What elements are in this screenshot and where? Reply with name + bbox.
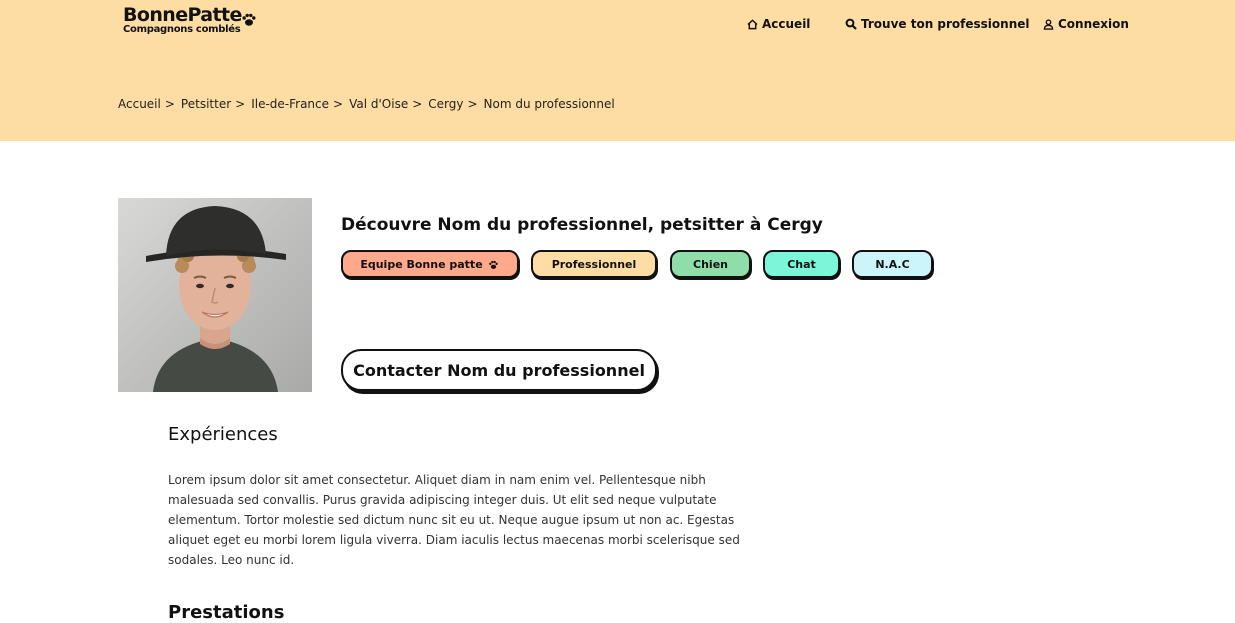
home-icon bbox=[747, 18, 758, 29]
experiences-text: Lorem ipsum dolor sit amet consectetur. … bbox=[168, 473, 740, 567]
breadcrumb-separator: > bbox=[235, 97, 246, 111]
breadcrumb-item-petsitter[interactable]: Petsitter bbox=[181, 97, 231, 111]
paw-icon bbox=[488, 260, 498, 269]
nav-search-label: Trouve ton professionnel bbox=[861, 17, 1030, 31]
tag-chat: Chat bbox=[763, 250, 840, 278]
logo[interactable]: BonnePatte Compagnons comblés bbox=[123, 4, 256, 35]
nav-home-link[interactable]: Accueil bbox=[747, 16, 810, 32]
search-icon bbox=[845, 18, 857, 30]
user-icon bbox=[1043, 18, 1054, 30]
tag-nac: N.A.C bbox=[852, 250, 933, 278]
breadcrumb-separator: > bbox=[164, 97, 175, 111]
breadcrumb-item-current: Nom du professionnel bbox=[483, 97, 615, 111]
nav-home-label: Accueil bbox=[762, 17, 811, 31]
contact-button[interactable]: Contacter Nom du professionnel bbox=[341, 349, 657, 391]
breadcrumb-separator: > bbox=[333, 97, 344, 111]
site-header: BonnePatte Compagnons comblés Accueil Tr… bbox=[0, 0, 1235, 141]
tag-team: Equipe Bonne patte bbox=[341, 250, 519, 278]
prestations-heading: Prestations bbox=[168, 602, 285, 623]
logo-title: BonnePatte bbox=[123, 4, 242, 26]
tag-professionnel: Professionnel bbox=[531, 250, 657, 278]
breadcrumb: Accueil > Petsitter > Ile-de-France > Va… bbox=[118, 97, 615, 111]
tag-chien: Chien bbox=[670, 250, 751, 278]
breadcrumb-separator: > bbox=[467, 97, 478, 111]
tag-team-label: Equipe Bonne patte bbox=[360, 257, 483, 271]
profile-photo bbox=[118, 198, 312, 392]
logo-tagline: Compagnons comblés bbox=[123, 24, 241, 35]
breadcrumb-item-accueil[interactable]: Accueil bbox=[118, 97, 161, 111]
paw-icon bbox=[242, 13, 256, 26]
nav-search-link[interactable]: Trouve ton professionnel bbox=[845, 16, 1030, 32]
breadcrumb-item-city[interactable]: Cergy bbox=[428, 97, 463, 111]
breadcrumb-separator: > bbox=[412, 97, 423, 111]
experiences-heading: Expériences bbox=[168, 424, 278, 445]
nav-login-link[interactable]: Connexion bbox=[1043, 16, 1129, 32]
profile-title: Découvre Nom du professionnel, petsitter… bbox=[341, 215, 823, 235]
nav-login-label: Connexion bbox=[1058, 17, 1129, 31]
breadcrumb-item-region[interactable]: Ile-de-France bbox=[251, 97, 329, 111]
breadcrumb-item-department[interactable]: Val d'Oise bbox=[349, 97, 408, 111]
